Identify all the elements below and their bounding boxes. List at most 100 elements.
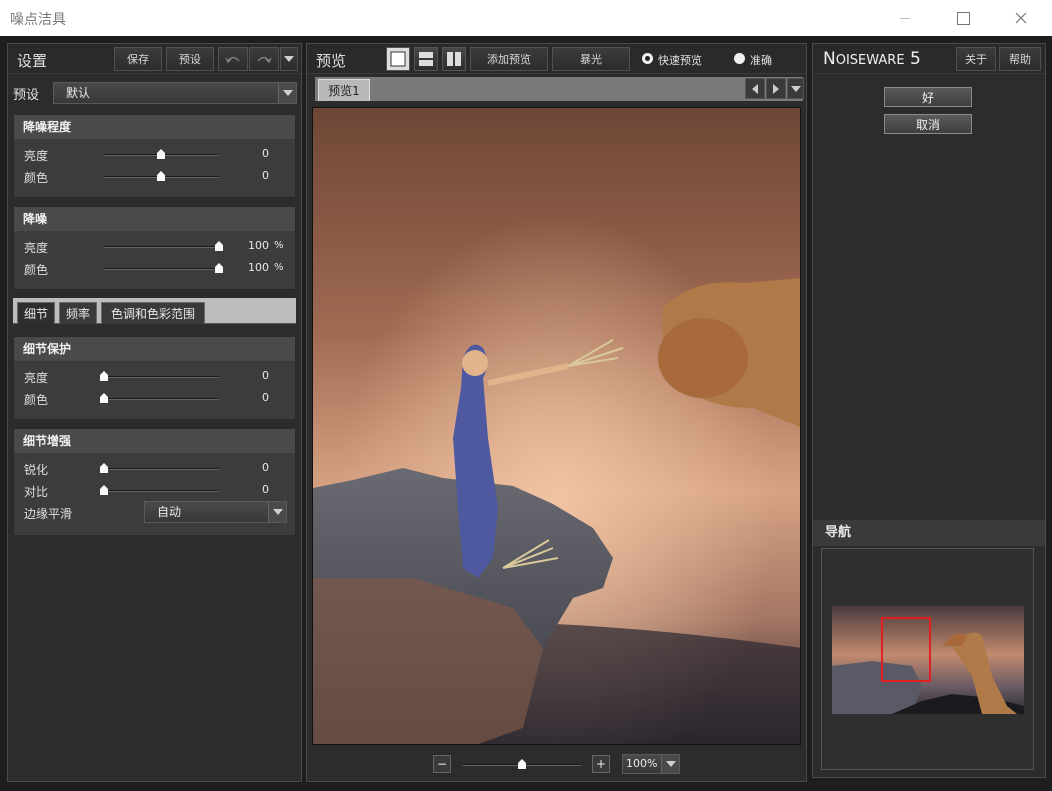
maximize-icon[interactable] — [940, 0, 986, 36]
preset-select[interactable]: 默认 — [53, 82, 297, 104]
zoom-select[interactable]: 100% — [622, 754, 680, 774]
detail-protection-section: 细节保护 亮度 0 颜色 0 — [13, 336, 296, 420]
accurate-radio[interactable] — [734, 53, 745, 64]
logo-part: WARE — [866, 53, 905, 68]
redo-icon[interactable] — [249, 47, 279, 71]
slider-row: 锐化 0 — [14, 457, 295, 479]
preview-image[interactable] — [312, 107, 801, 745]
slider-row: 亮度 0 — [14, 365, 295, 387]
history-dropdown-icon[interactable] — [280, 47, 298, 71]
noiseware-logo: NOISEWARE 5 — [823, 49, 921, 69]
slider-row: 亮度 0 — [14, 143, 295, 165]
brightness-slider[interactable] — [100, 371, 219, 381]
section-title: 细节保护 — [14, 337, 295, 361]
brightness-slider[interactable] — [104, 149, 219, 159]
logo-part: OISE — [835, 53, 867, 68]
noise-level-section: 降噪程度 亮度 0 颜色 0 — [13, 114, 296, 198]
navigation-title: 导航 — [813, 520, 1045, 546]
preview-title: 预览 — [316, 52, 347, 70]
minimize-icon[interactable] — [882, 0, 928, 36]
slider-label: 颜色 — [24, 393, 49, 407]
zoom-value: 100% — [626, 757, 658, 770]
slider-label: 亮度 — [24, 241, 49, 255]
zoom-controls: − + 100% — [307, 752, 808, 776]
slider-thumb[interactable] — [100, 393, 108, 403]
tab-detail[interactable]: 细节 — [17, 302, 55, 324]
slider-thumb[interactable] — [100, 371, 108, 381]
undo-icon[interactable] — [218, 47, 248, 71]
brand-panel: NOISEWARE 5 关于 帮助 好 取消 导航 — [812, 43, 1046, 778]
tab-frequency[interactable]: 频率 — [59, 302, 97, 324]
brightness-slider[interactable] — [104, 241, 223, 251]
slider-value: 0 — [262, 147, 269, 160]
cancel-button[interactable]: 取消 — [884, 114, 972, 134]
accurate-label: 准确 — [750, 54, 772, 67]
exposure-button[interactable]: 暴光 — [552, 47, 630, 71]
slider-value: 100 — [248, 239, 269, 252]
slider-thumb[interactable] — [157, 171, 165, 181]
slider-thumb[interactable] — [100, 463, 108, 473]
slider-label: 颜色 — [24, 171, 49, 185]
slider-value: 0 — [262, 369, 269, 382]
zoom-in-button[interactable]: + — [592, 755, 610, 773]
edge-smooth-value: 自动 — [157, 505, 182, 519]
slider-row: 颜色 100 % — [14, 257, 295, 279]
preview-header: 预览 添加预览 暴光 快速预览 准确 — [307, 44, 806, 74]
color-slider[interactable] — [104, 171, 219, 181]
tab-preview-1[interactable]: 预览1 — [318, 79, 370, 101]
preview-tab-bar: 预览1 — [315, 77, 804, 101]
color-slider[interactable] — [100, 393, 219, 403]
chevron-down-icon[interactable] — [661, 755, 679, 773]
slider-unit: % — [274, 262, 284, 273]
preset-row: 预设 默认 — [8, 80, 301, 104]
navigator[interactable] — [821, 548, 1034, 770]
save-button[interactable]: 保存 — [114, 47, 162, 71]
slider-label: 对比 — [24, 485, 49, 499]
settings-panel: 设置 保存 预设 预设 默认 降噪程度 亮度 0 颜色 0 降噪 亮度 100 … — [7, 43, 302, 782]
color-slider[interactable] — [104, 263, 223, 273]
chevron-right-icon[interactable] — [766, 78, 786, 99]
vertical-split-icon[interactable] — [442, 47, 466, 71]
slider-thumb[interactable] — [518, 759, 526, 769]
window-title: 噪点洁具 — [10, 12, 66, 28]
chevron-down-icon[interactable] — [787, 78, 804, 99]
detail-enhance-section: 细节增强 锐化 0 对比 0 边缘平滑 自动 — [13, 428, 296, 536]
zoom-slider[interactable] — [463, 759, 581, 769]
help-button[interactable]: 帮助 — [999, 47, 1041, 71]
close-icon[interactable] — [998, 0, 1044, 36]
slider-value: 0 — [262, 483, 269, 496]
preview-panel: 预览 添加预览 暴光 快速预览 准确 预览1 − + 100% — [306, 43, 807, 782]
preset-button[interactable]: 预设 — [166, 47, 214, 71]
section-title: 细节增强 — [14, 429, 295, 453]
slider-thumb[interactable] — [157, 149, 165, 159]
detail-tabs: 细节 频率 色调和色彩范围 — [13, 298, 296, 324]
section-title: 降噪 — [14, 207, 295, 231]
slider-thumb[interactable] — [215, 241, 223, 251]
slider-value: 0 — [262, 391, 269, 404]
chevron-down-icon[interactable] — [278, 83, 296, 103]
preset-value: 默认 — [66, 86, 91, 100]
navigator-thumbnail[interactable] — [832, 606, 1024, 714]
slider-value: 0 — [262, 461, 269, 474]
settings-header: 设置 保存 预设 — [8, 44, 301, 74]
chevron-down-icon[interactable] — [268, 502, 286, 522]
edge-smooth-select[interactable]: 自动 — [144, 501, 287, 523]
add-preview-button[interactable]: 添加预览 — [470, 47, 548, 71]
sharpen-slider[interactable] — [100, 463, 219, 473]
slider-row: 对比 0 — [14, 479, 295, 501]
ok-button[interactable]: 好 — [884, 87, 972, 107]
slider-thumb[interactable] — [215, 263, 223, 273]
chevron-left-icon[interactable] — [745, 78, 765, 99]
edge-smooth-label: 边缘平滑 — [24, 507, 73, 521]
zoom-out-button[interactable]: − — [433, 755, 451, 773]
fast-preview-radio[interactable] — [642, 53, 653, 64]
contrast-slider[interactable] — [100, 485, 219, 495]
horizontal-split-icon[interactable] — [414, 47, 438, 71]
title-bar: 噪点洁具 — [0, 0, 1052, 36]
slider-thumb[interactable] — [100, 485, 108, 495]
slider-value: 0 — [262, 169, 269, 182]
tab-tone-color-range[interactable]: 色调和色彩范围 — [101, 302, 205, 324]
single-view-icon[interactable] — [386, 47, 410, 71]
section-title: 降噪程度 — [14, 115, 295, 139]
about-button[interactable]: 关于 — [956, 47, 996, 71]
